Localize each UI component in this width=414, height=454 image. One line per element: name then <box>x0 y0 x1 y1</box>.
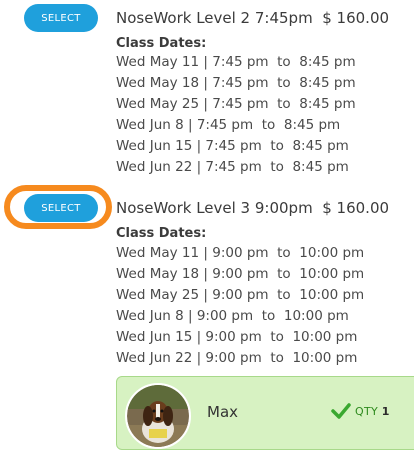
checkmark-icon <box>331 403 351 419</box>
qty-value: 1 <box>381 405 390 418</box>
class-price: $ 160.00 <box>322 9 390 27</box>
selected-pet-card[interactable]: Max QTY 1 <box>116 376 414 450</box>
dog-photo-icon <box>127 385 189 447</box>
class-date: Wed May 18 | 7:45 pm to 8:45 pm <box>116 75 356 91</box>
class-name: NoseWork Level 3 9:00pm <box>116 199 313 217</box>
class-date: Wed May 25 | 7:45 pm to 8:45 pm <box>116 96 356 112</box>
class-name: NoseWork Level 2 7:45pm <box>116 9 313 27</box>
class-date: Wed Jun 15 | 7:45 pm to 8:45 pm <box>116 138 349 154</box>
select-class-level-2-button[interactable]: SELECT <box>24 4 98 32</box>
class-title: NoseWork Level 2 7:45pm $ 160.00 <box>116 9 389 27</box>
class-date: Wed Jun 22 | 9:00 pm to 10:00 pm <box>116 350 358 366</box>
class-date: Wed May 11 | 9:00 pm to 10:00 pm <box>116 245 365 261</box>
class-price: $ 160.00 <box>322 199 390 217</box>
qty-label: QTY <box>355 405 378 418</box>
class-date: Wed May 11 | 7:45 pm to 8:45 pm <box>116 54 356 70</box>
class-date: Wed Jun 15 | 9:00 pm to 10:00 pm <box>116 329 358 345</box>
class-date: Wed Jun 22 | 7:45 pm to 8:45 pm <box>116 159 349 175</box>
class-dates-heading: Class Dates: <box>116 226 207 241</box>
pet-quantity: QTY 1 <box>355 405 390 418</box>
class-dates-list: Wed May 11 | 9:00 pm to 10:00 pm Wed May… <box>116 243 364 369</box>
class-dates-heading: Class Dates: <box>116 36 207 51</box>
class-date: Wed May 25 | 9:00 pm to 10:00 pm <box>116 287 365 303</box>
select-class-level-3-button[interactable]: SELECT <box>24 194 98 222</box>
class-date: Wed Jun 8 | 7:45 pm to 8:45 pm <box>116 117 341 133</box>
class-title: NoseWork Level 3 9:00pm $ 160.00 <box>116 199 389 217</box>
pet-name: Max <box>207 403 239 421</box>
pet-avatar <box>125 383 191 449</box>
class-date: Wed May 18 | 9:00 pm to 10:00 pm <box>116 266 365 282</box>
class-date: Wed Jun 8 | 9:00 pm to 10:00 pm <box>116 308 349 324</box>
class-dates-list: Wed May 11 | 7:45 pm to 8:45 pm Wed May … <box>116 52 356 178</box>
